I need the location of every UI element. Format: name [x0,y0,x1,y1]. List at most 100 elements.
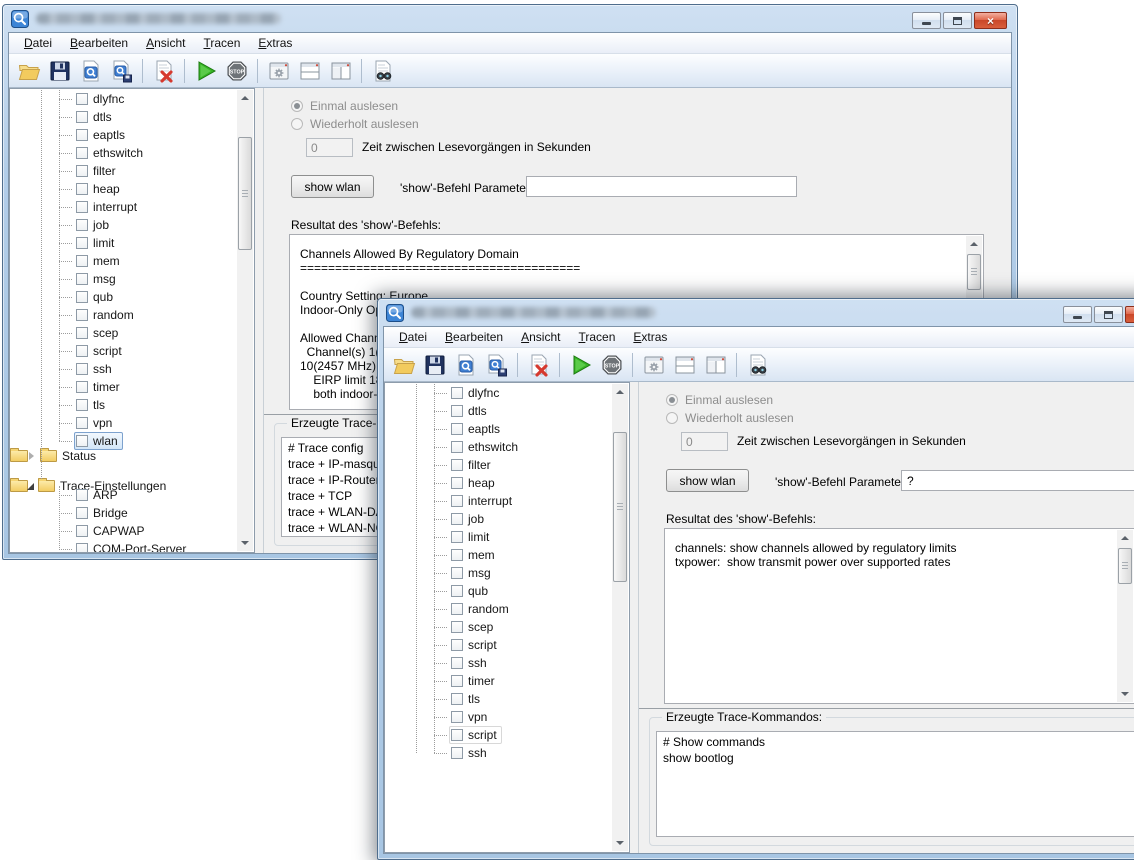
layout-split-horizontal-icon[interactable] [671,352,698,378]
tree-item-job[interactable]: job [10,216,232,234]
tree-item-heap[interactable]: heap [10,180,232,198]
scroll-down-button[interactable] [612,835,628,851]
read-once-radio[interactable] [666,394,678,406]
tree-checkbox[interactable] [451,621,463,633]
tree-folder-status[interactable]: Status [10,450,28,462]
scroll-up-button[interactable] [1117,530,1133,546]
show-wlan-button[interactable]: show wlan [291,175,374,198]
tree-checkbox[interactable] [76,129,88,141]
tree-item-filter[interactable]: filter [10,162,232,180]
tree-item-ssh[interactable]: ssh [385,654,607,672]
tree-item-limit[interactable]: limit [385,528,607,546]
tree-checkbox[interactable] [451,531,463,543]
tree-item-ssh[interactable]: ssh [385,744,607,762]
tree-checkbox[interactable] [451,567,463,579]
tree-checkbox[interactable] [76,93,88,105]
tree-item-scep[interactable]: scep [385,618,607,636]
layout-split-horizontal-icon[interactable] [296,58,323,84]
show-wlan-button[interactable]: show wlan [666,469,749,492]
scrollbar-thumb[interactable] [238,137,252,250]
tree-item-heap[interactable]: heap [385,474,607,492]
save-icon[interactable] [46,58,73,84]
tree-item-ethswitch[interactable]: ethswitch [10,144,232,162]
trace-commands-list[interactable]: # Show commandsshow bootlog [656,731,1134,837]
tree-checkbox[interactable] [451,693,463,705]
menu-tracen[interactable]: Tracen [569,328,624,346]
start-trace-icon[interactable] [567,352,594,378]
maximize-button[interactable] [1094,306,1123,323]
tree-checkbox[interactable] [76,327,88,339]
tree-item-job[interactable]: job [385,510,607,528]
tree-checkbox[interactable] [76,201,88,213]
tree-checkbox[interactable] [451,585,463,597]
tree-item-filter[interactable]: filter [385,456,607,474]
delete-trace-icon[interactable] [150,58,177,84]
scroll-up-button[interactable] [966,236,982,252]
tree-item-dlyfnc[interactable]: dlyfnc [10,90,232,108]
delete-trace-icon[interactable] [525,352,552,378]
minimize-button[interactable] [912,12,941,29]
tree-item-capwap[interactable]: CAPWAP [10,522,232,540]
tree-checkbox[interactable] [76,183,88,195]
open-icon[interactable] [390,352,417,378]
tree-checkbox[interactable] [451,675,463,687]
tree-item-tls[interactable]: tls [385,690,607,708]
tree-checkbox[interactable] [76,399,88,411]
tree-checkbox[interactable] [451,459,463,471]
tree-item-script[interactable]: script [385,636,607,654]
show-param-input[interactable] [901,470,1134,491]
tree-item-interrupt[interactable]: interrupt [385,492,607,510]
menu-extras[interactable]: Extras [249,34,301,52]
tree-checkbox[interactable] [451,405,463,417]
settings-window-icon[interactable] [640,352,667,378]
scrollbar-thumb[interactable] [613,432,627,582]
tree-checkbox[interactable] [76,417,88,429]
menu-bearbeiten[interactable]: Bearbeiten [436,328,512,346]
tree-checkbox[interactable] [76,273,88,285]
tree-item-msg[interactable]: msg [10,270,232,288]
tree-checkbox[interactable] [76,435,88,447]
tree-checkbox[interactable] [451,387,463,399]
preview-icon[interactable] [77,58,104,84]
preview-save-icon[interactable] [108,58,135,84]
tree-item-eaptls[interactable]: eaptls [10,126,232,144]
interval-input[interactable] [306,138,353,157]
tree-checkbox[interactable] [76,111,88,123]
tree-checkbox[interactable] [451,603,463,615]
tree-checkbox[interactable] [451,729,463,741]
menu-datei[interactable]: Datei [390,328,436,346]
tree-checkbox[interactable] [76,219,88,231]
interval-input[interactable] [681,432,728,451]
title-bar[interactable]: × [3,5,1017,32]
tree-item-vpn[interactable]: vpn [10,414,232,432]
tree-item-script[interactable]: script [385,726,607,744]
tree-checkbox[interactable] [76,543,88,553]
menu-ansicht[interactable]: Ansicht [512,328,569,346]
tree-item-script[interactable]: script [10,342,232,360]
tree-item-com-port-server[interactable]: COM-Port-Server [10,540,232,553]
tree-checkbox[interactable] [451,549,463,561]
tree-item-dlyfnc[interactable]: dlyfnc [385,384,607,402]
tree-item-arp[interactable]: ARP [10,486,232,504]
scroll-down-button[interactable] [237,535,253,551]
tree-item-random[interactable]: random [385,600,607,618]
tree-checkbox[interactable] [76,381,88,393]
tree-item-vpn[interactable]: vpn [385,708,607,726]
tree-item-ssh[interactable]: ssh [10,360,232,378]
tree-scrollbar[interactable] [612,384,628,851]
tree-checkbox[interactable] [451,639,463,651]
maximize-button[interactable] [943,12,972,29]
scroll-up-button[interactable] [237,90,253,106]
tree-checkbox[interactable] [76,237,88,249]
tree-checkbox[interactable] [451,441,463,453]
tree-checkbox[interactable] [76,291,88,303]
tree-item-dtls[interactable]: dtls [385,402,607,420]
tree-checkbox[interactable] [76,363,88,375]
tree-item-timer[interactable]: timer [10,378,232,396]
trace-binoculars-icon[interactable] [744,352,771,378]
close-button[interactable]: × [974,12,1007,29]
tree-scrollbar[interactable] [237,90,253,551]
layout-split-vertical-icon[interactable] [702,352,729,378]
tree-checkbox[interactable] [451,657,463,669]
layout-split-vertical-icon[interactable] [327,58,354,84]
